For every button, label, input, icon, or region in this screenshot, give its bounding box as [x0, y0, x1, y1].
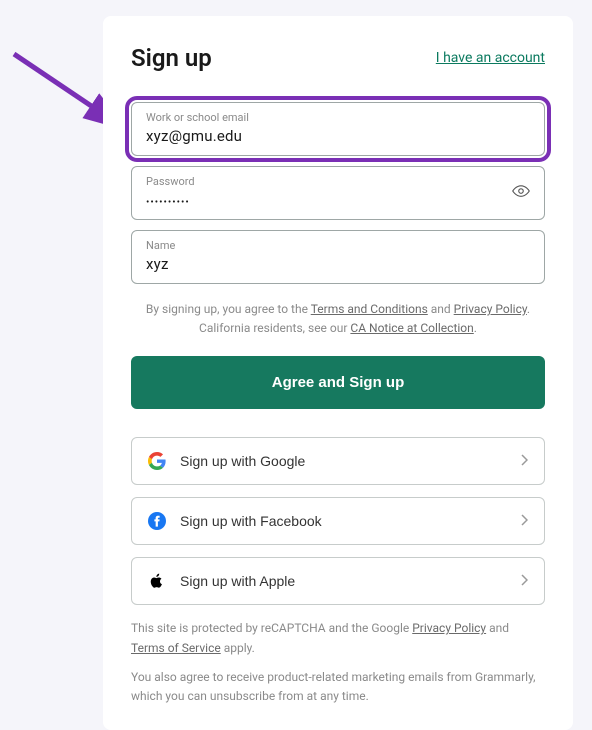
name-label: Name: [146, 239, 530, 252]
password-label: Password: [146, 175, 530, 188]
name-input[interactable]: [146, 255, 530, 273]
facebook-signup-label: Sign up with Facebook: [180, 513, 322, 529]
apple-signup-button[interactable]: Sign up with Apple: [131, 557, 545, 605]
google-signup-button[interactable]: Sign up with Google: [131, 437, 545, 485]
marketing-notice: You also agree to receive product-relate…: [131, 668, 545, 706]
email-label: Work or school email: [146, 111, 530, 124]
google-icon: [148, 452, 166, 470]
apple-icon: [148, 572, 166, 590]
password-input[interactable]: [146, 197, 530, 208]
ca-notice-link[interactable]: CA Notice at Collection: [350, 321, 473, 335]
google-signup-label: Sign up with Google: [180, 453, 305, 469]
recaptcha-notice: This site is protected by reCAPTCHA and …: [131, 619, 545, 657]
chevron-right-icon: [520, 573, 528, 589]
show-password-icon[interactable]: [512, 182, 530, 204]
agree-signup-button[interactable]: Agree and Sign up: [131, 356, 545, 409]
apple-signup-label: Sign up with Apple: [180, 573, 295, 589]
email-input[interactable]: [146, 127, 530, 145]
name-field[interactable]: Name: [131, 230, 545, 284]
facebook-signup-button[interactable]: Sign up with Facebook: [131, 497, 545, 545]
email-field[interactable]: Work or school email: [131, 102, 545, 156]
terms-link[interactable]: Terms and Conditions: [311, 302, 428, 316]
signup-card: Sign up I have an account Work or school…: [103, 16, 573, 730]
chevron-right-icon: [520, 453, 528, 469]
signup-legal-text: By signing up, you agree to the Terms an…: [131, 300, 545, 338]
page-title: Sign up: [131, 44, 212, 72]
google-tos-link[interactable]: Terms of Service: [131, 641, 221, 655]
password-field[interactable]: Password: [131, 166, 545, 220]
chevron-right-icon: [520, 513, 528, 529]
privacy-link[interactable]: Privacy Policy: [454, 302, 527, 316]
have-account-link[interactable]: I have an account: [436, 50, 545, 66]
google-privacy-link[interactable]: Privacy Policy: [412, 621, 486, 635]
facebook-icon: [148, 512, 166, 530]
header: Sign up I have an account: [131, 44, 545, 72]
